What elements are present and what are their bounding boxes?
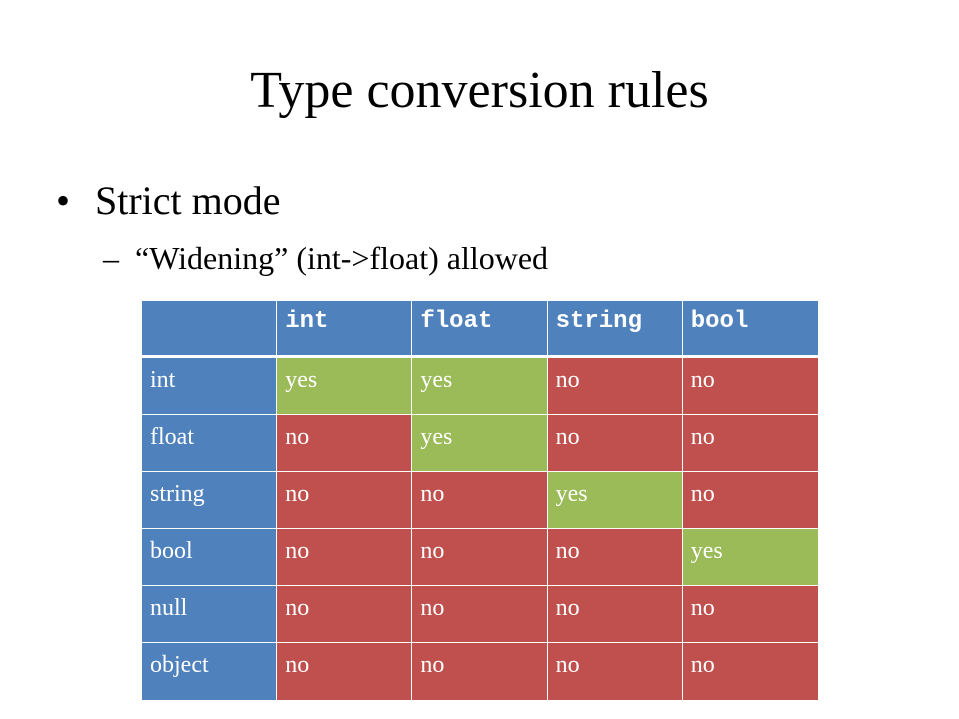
table-cell: no (277, 415, 413, 472)
table-cell: yes (547, 472, 683, 529)
table-cell: yes (412, 358, 548, 415)
row-header: null (142, 586, 278, 643)
table-cell: no (412, 472, 548, 529)
table-cell: no (547, 586, 683, 643)
column-header: bool (682, 301, 818, 358)
table-cell: no (412, 529, 548, 586)
table-cell: no (277, 643, 413, 700)
table-cell: yes (412, 415, 548, 472)
table-cell: no (682, 643, 818, 700)
table-cell: no (547, 415, 683, 472)
table-cell: no (547, 643, 683, 700)
table-cell: no (682, 586, 818, 643)
table-cell: yes (277, 358, 413, 415)
column-header: float (412, 301, 548, 358)
table-body: int yes yes no no float no yes no no string no no yes… (142, 358, 818, 700)
table-cell: no (277, 472, 413, 529)
conversion-table: int float string bool int yes yes no no float… (142, 301, 818, 700)
table-cell: no (277, 529, 413, 586)
table-cell: no (412, 643, 548, 700)
table-cell: no (547, 529, 683, 586)
slide-title: Type conversion rules (250, 62, 709, 119)
table-cell: no (682, 472, 818, 529)
table-header-row: int float string bool (142, 301, 818, 358)
row-header: object (142, 643, 278, 700)
row-header: string (142, 472, 278, 529)
bullet-strict-mode: • Strict mode (56, 176, 281, 226)
row-header: float (142, 415, 278, 472)
table-row: bool no no no yes (142, 529, 818, 586)
table-cell: no (682, 415, 818, 472)
table-row: string no no yes no (142, 472, 818, 529)
table-cell: yes (682, 529, 818, 586)
sub-bullet-widening: – “Widening” (int->float) allowed (103, 238, 548, 278)
column-header: int (277, 301, 413, 358)
table-row: null no no no no (142, 586, 818, 643)
table-row: object no no no no (142, 643, 818, 700)
row-header: int (142, 358, 278, 415)
sub-bullet-dash: – (103, 240, 119, 276)
conversion-table-wrapper: int float string bool int yes yes no no float… (142, 301, 818, 701)
table-cell: no (682, 358, 818, 415)
table-cell: no (547, 358, 683, 415)
bullet-text: Strict mode (95, 178, 281, 223)
table-corner-cell (142, 301, 278, 358)
table-cell: no (412, 586, 548, 643)
sub-bullet-text: “Widening” (int->float) allowed (135, 240, 549, 276)
column-header: string (547, 301, 683, 358)
table-cell: no (277, 586, 413, 643)
row-header: bool (142, 529, 278, 586)
table-row: int yes yes no no (142, 358, 818, 415)
table-row: float no yes no no (142, 415, 818, 472)
bullet-dot: • (56, 178, 71, 223)
